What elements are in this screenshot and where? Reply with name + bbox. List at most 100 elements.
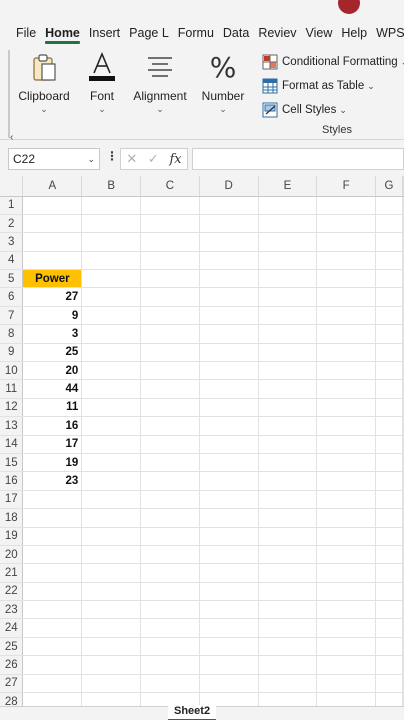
- cell[interactable]: [22, 582, 83, 602]
- cell[interactable]: [316, 306, 377, 326]
- row-header[interactable]: 3: [0, 232, 24, 252]
- cell[interactable]: [258, 545, 318, 565]
- cell[interactable]: [375, 618, 403, 638]
- cell[interactable]: [316, 582, 377, 602]
- cell[interactable]: [402, 398, 404, 418]
- cell[interactable]: [199, 674, 259, 694]
- sheet-tab-active[interactable]: Sheet2: [168, 705, 217, 720]
- power-value-cell[interactable]: 16: [22, 416, 83, 436]
- cell[interactable]: [402, 545, 404, 565]
- cell[interactable]: [258, 453, 318, 473]
- cell[interactable]: [258, 398, 318, 418]
- column-header-d[interactable]: D: [199, 176, 259, 197]
- cell[interactable]: [199, 453, 259, 473]
- cell[interactable]: [22, 508, 83, 528]
- cell[interactable]: [140, 306, 200, 326]
- font-button[interactable]: Font ⌄: [78, 50, 126, 115]
- cell[interactable]: [258, 361, 318, 381]
- cell[interactable]: [316, 508, 377, 528]
- formula-input[interactable]: [192, 148, 404, 170]
- tab-formulas[interactable]: Formu: [174, 18, 218, 48]
- cell[interactable]: [402, 214, 404, 234]
- cell[interactable]: [199, 398, 259, 418]
- close-icon[interactable]: ✕: [126, 151, 137, 167]
- cell[interactable]: [199, 527, 259, 546]
- cell[interactable]: [375, 655, 403, 675]
- cell[interactable]: [81, 637, 142, 657]
- cell[interactable]: [258, 692, 318, 706]
- cell[interactable]: [81, 545, 142, 565]
- cell[interactable]: [375, 637, 403, 657]
- cell[interactable]: [258, 637, 318, 657]
- power-value-cell[interactable]: 19: [22, 453, 83, 473]
- cell[interactable]: [81, 214, 142, 234]
- power-value-cell[interactable]: 17: [22, 435, 83, 454]
- cell[interactable]: [199, 416, 259, 436]
- cell[interactable]: [140, 287, 200, 307]
- cell[interactable]: [258, 214, 318, 234]
- avatar[interactable]: [338, 0, 360, 14]
- cell[interactable]: [199, 471, 259, 491]
- tab-data[interactable]: Data: [219, 18, 253, 48]
- cell[interactable]: [22, 692, 83, 706]
- tab-file[interactable]: File: [12, 18, 40, 48]
- power-value-cell[interactable]: 27: [22, 287, 83, 307]
- power-value-cell[interactable]: 11: [22, 398, 83, 418]
- cell[interactable]: [375, 416, 403, 436]
- cell[interactable]: [402, 269, 404, 289]
- cell[interactable]: [402, 379, 404, 399]
- cell[interactable]: [316, 435, 377, 454]
- row-header[interactable]: 2: [0, 214, 24, 234]
- row-header[interactable]: 18: [0, 508, 24, 528]
- cell[interactable]: [22, 196, 83, 215]
- cell-styles-button[interactable]: Cell Styles ⌄: [258, 98, 404, 122]
- cell[interactable]: [375, 471, 403, 491]
- cell[interactable]: [81, 196, 142, 215]
- cell[interactable]: [375, 508, 403, 528]
- cell[interactable]: [22, 637, 83, 657]
- cell[interactable]: [375, 379, 403, 399]
- cell[interactable]: [199, 600, 259, 620]
- tab-insert[interactable]: Insert: [85, 18, 124, 48]
- cell[interactable]: [402, 490, 404, 510]
- cell[interactable]: [199, 251, 259, 271]
- cell[interactable]: [199, 435, 259, 454]
- cell[interactable]: [316, 251, 377, 271]
- cell[interactable]: [81, 600, 142, 620]
- cell[interactable]: [258, 508, 318, 528]
- cell[interactable]: [140, 435, 200, 454]
- cell[interactable]: [81, 582, 142, 602]
- cell[interactable]: [258, 287, 318, 307]
- cell[interactable]: [316, 324, 377, 344]
- tab-help[interactable]: Help: [337, 18, 371, 48]
- cell[interactable]: [81, 655, 142, 675]
- cell[interactable]: [140, 343, 200, 363]
- cell[interactable]: [402, 416, 404, 436]
- cell[interactable]: [140, 637, 200, 657]
- cell[interactable]: [258, 251, 318, 271]
- cell[interactable]: [316, 655, 377, 675]
- cell[interactable]: [22, 527, 83, 546]
- cell[interactable]: [402, 508, 404, 528]
- more-options-icon[interactable]: ⋮: [106, 149, 118, 163]
- cell[interactable]: [258, 490, 318, 510]
- power-value-cell[interactable]: 9: [22, 306, 83, 326]
- column-header-a[interactable]: A: [22, 176, 83, 197]
- cell[interactable]: [402, 563, 404, 583]
- cell[interactable]: [316, 600, 377, 620]
- cell[interactable]: [316, 196, 377, 215]
- cell[interactable]: [140, 361, 200, 381]
- cell[interactable]: [375, 527, 403, 546]
- cell[interactable]: [81, 490, 142, 510]
- cell[interactable]: [375, 324, 403, 344]
- cell[interactable]: [22, 214, 83, 234]
- cell[interactable]: [402, 287, 404, 307]
- cell[interactable]: [316, 343, 377, 363]
- cell[interactable]: [402, 582, 404, 602]
- cell[interactable]: [140, 453, 200, 473]
- cell[interactable]: [402, 600, 404, 620]
- cell[interactable]: [199, 196, 259, 215]
- cell[interactable]: [402, 453, 404, 473]
- tab-wps-pdf[interactable]: WPS P: [372, 18, 404, 48]
- cell[interactable]: [81, 563, 142, 583]
